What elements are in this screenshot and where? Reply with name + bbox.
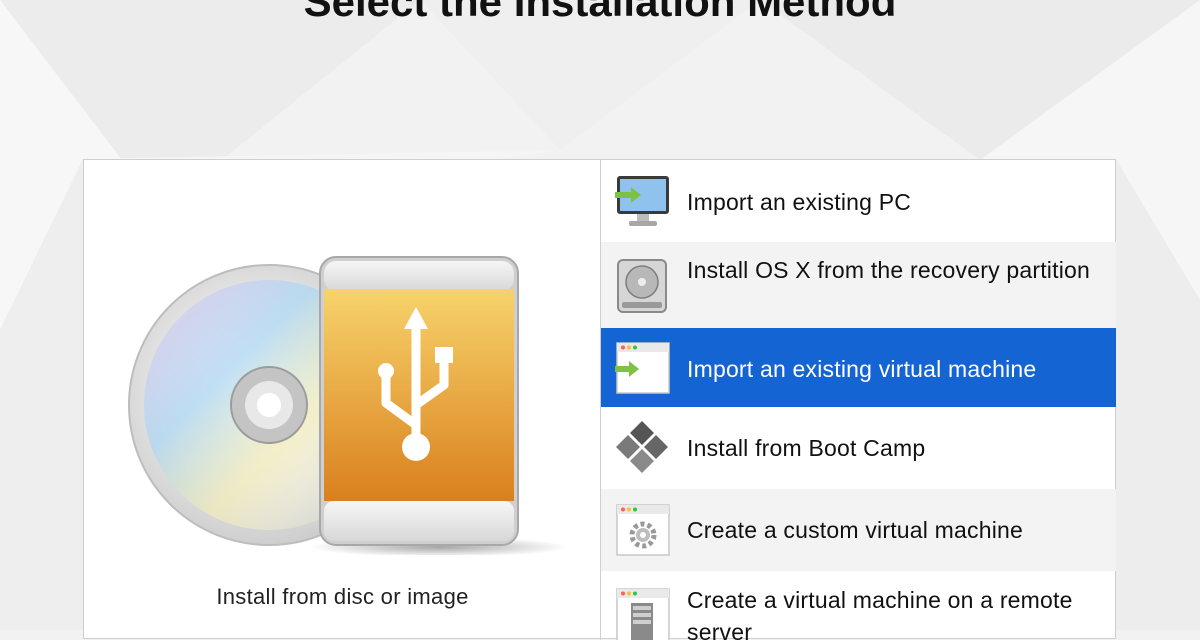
option-create-custom-vm[interactable]: Create a custom virtual machine — [601, 489, 1116, 571]
disc-and-usb-illustration — [128, 256, 564, 555]
page-title: Select the Installation Method — [303, 0, 897, 25]
option-label: Import an existing virtual machine — [687, 356, 1037, 382]
option-install-from-recovery[interactable]: Install OS X from the recovery partition — [601, 242, 1116, 328]
window-import-icon — [615, 342, 670, 394]
option-label: Create a custom virtual machine — [687, 517, 1024, 543]
window-gear-icon — [616, 504, 670, 556]
option-import-existing-vm[interactable]: Import an existing virtual machine — [601, 328, 1116, 407]
install-from-disc-option[interactable]: Install from disc or image — [84, 160, 601, 640]
option-label: Create a virtual machine on a remote ser… — [687, 587, 1073, 640]
option-label: Import an existing PC — [687, 189, 912, 215]
hard-drive-icon — [617, 259, 667, 313]
usb-drive-icon — [319, 256, 519, 546]
option-label: Install from Boot Camp — [687, 435, 926, 461]
windows-logo-icon — [616, 421, 668, 473]
monitor-import-icon — [615, 176, 669, 226]
installation-method-panel: Install from disc or image Import an exi… — [83, 159, 1116, 640]
server-icon — [616, 588, 670, 640]
install-from-disc-label: Install from disc or image — [216, 584, 469, 609]
option-list: Import an existing PC Install OS X from … — [601, 160, 1116, 640]
option-install-from-boot-camp[interactable]: Install from Boot Camp — [601, 407, 1116, 489]
option-label: Install OS X from the recovery partition — [687, 257, 1090, 283]
option-import-existing-pc[interactable]: Import an existing PC — [601, 160, 1116, 242]
